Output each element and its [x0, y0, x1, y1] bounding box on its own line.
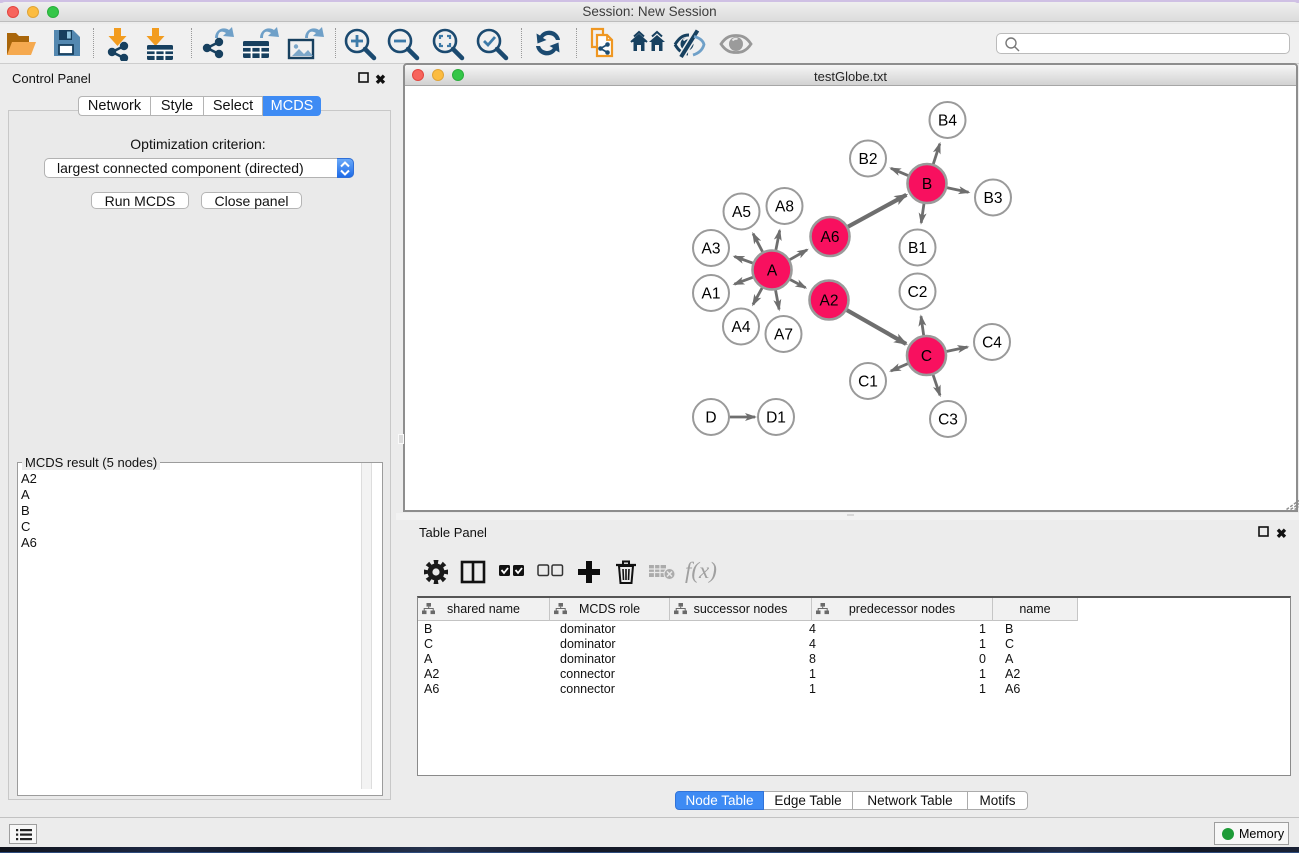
svg-text:A3: A3 [702, 241, 721, 258]
svg-text:B1: B1 [908, 240, 927, 257]
svg-text:B2: B2 [859, 151, 878, 168]
svg-text:A1: A1 [702, 286, 721, 303]
svg-text:A: A [767, 263, 778, 280]
svg-text:C1: C1 [858, 374, 878, 391]
svg-text:B3: B3 [984, 190, 1003, 207]
svg-text:A8: A8 [775, 199, 794, 216]
svg-text:A6: A6 [821, 229, 840, 246]
svg-text:C4: C4 [982, 335, 1002, 352]
svg-text:C3: C3 [938, 412, 958, 429]
svg-text:A2: A2 [820, 293, 839, 310]
svg-text:C: C [921, 348, 932, 365]
svg-text:D1: D1 [766, 410, 786, 427]
svg-text:A7: A7 [774, 327, 793, 344]
svg-text:A5: A5 [732, 204, 751, 221]
svg-text:A4: A4 [732, 319, 751, 336]
svg-text:C2: C2 [908, 284, 928, 301]
svg-text:D: D [705, 410, 716, 427]
svg-text:B4: B4 [938, 113, 957, 130]
svg-text:B: B [922, 176, 932, 193]
